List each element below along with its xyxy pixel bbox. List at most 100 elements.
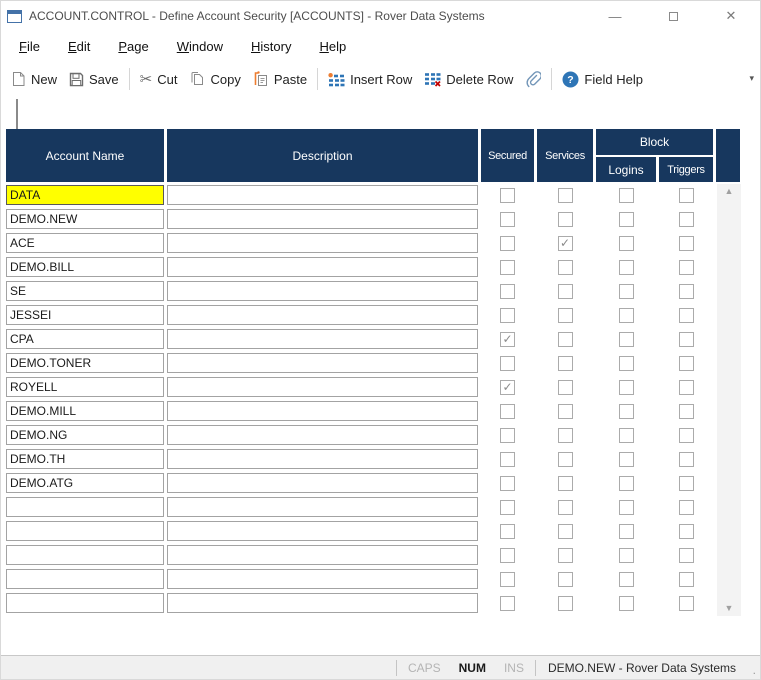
block-logins-checkbox[interactable]: [619, 308, 634, 323]
block-logins-checkbox[interactable]: [619, 212, 634, 227]
services-checkbox[interactable]: [558, 428, 573, 443]
block-logins-checkbox[interactable]: [619, 548, 634, 563]
description-cell[interactable]: [167, 473, 478, 493]
minimize-button[interactable]: —: [586, 1, 644, 31]
block-triggers-checkbox[interactable]: [679, 212, 694, 227]
services-checkbox[interactable]: [558, 500, 573, 515]
account-name-cell[interactable]: DEMO.MILL: [6, 401, 164, 421]
secured-checkbox[interactable]: [500, 356, 515, 371]
description-cell[interactable]: [167, 233, 478, 253]
menu-file[interactable]: File: [9, 35, 50, 58]
account-name-cell[interactable]: [6, 497, 164, 517]
account-name-cell[interactable]: [6, 593, 164, 613]
secured-checkbox[interactable]: [500, 260, 515, 275]
menu-window[interactable]: Window: [167, 35, 233, 58]
secured-checkbox[interactable]: [500, 452, 515, 467]
menu-edit[interactable]: Edit: [58, 35, 100, 58]
description-cell[interactable]: [167, 209, 478, 229]
secured-checkbox[interactable]: [500, 404, 515, 419]
block-logins-checkbox[interactable]: [619, 188, 634, 203]
scroll-up-icon[interactable]: ▲: [725, 187, 734, 196]
services-checkbox[interactable]: ✓: [558, 236, 573, 251]
services-checkbox[interactable]: [558, 524, 573, 539]
services-checkbox[interactable]: [558, 572, 573, 587]
block-triggers-checkbox[interactable]: [679, 380, 694, 395]
services-checkbox[interactable]: [558, 284, 573, 299]
services-checkbox[interactable]: [558, 356, 573, 371]
block-triggers-checkbox[interactable]: [679, 356, 694, 371]
cut-button[interactable]: ✂ Cut: [134, 68, 184, 91]
block-triggers-checkbox[interactable]: [679, 332, 694, 347]
block-triggers-checkbox[interactable]: [679, 308, 694, 323]
description-cell[interactable]: [167, 569, 478, 589]
services-checkbox[interactable]: [558, 452, 573, 467]
close-button[interactable]: ✕: [702, 1, 760, 31]
description-cell[interactable]: [167, 521, 478, 541]
account-name-cell[interactable]: DEMO.NEW: [6, 209, 164, 229]
secured-checkbox[interactable]: [500, 236, 515, 251]
block-triggers-checkbox[interactable]: [679, 404, 694, 419]
vertical-scrollbar[interactable]: ▲ ▼: [717, 184, 741, 616]
account-name-cell[interactable]: DEMO.TH: [6, 449, 164, 469]
secured-checkbox[interactable]: [500, 284, 515, 299]
secured-checkbox[interactable]: ✓: [500, 380, 515, 395]
block-logins-checkbox[interactable]: [619, 332, 634, 347]
save-button[interactable]: Save: [63, 68, 125, 91]
services-checkbox[interactable]: [558, 404, 573, 419]
account-name-cell[interactable]: DATA: [6, 185, 164, 205]
menu-help[interactable]: Help: [309, 35, 356, 58]
block-logins-checkbox[interactable]: [619, 260, 634, 275]
secured-checkbox[interactable]: [500, 428, 515, 443]
account-name-cell[interactable]: DEMO.BILL: [6, 257, 164, 277]
secured-checkbox[interactable]: [500, 524, 515, 539]
services-checkbox[interactable]: [558, 332, 573, 347]
block-triggers-checkbox[interactable]: [679, 428, 694, 443]
description-cell[interactable]: [167, 281, 478, 301]
block-logins-checkbox[interactable]: [619, 452, 634, 467]
secured-checkbox[interactable]: [500, 500, 515, 515]
block-logins-checkbox[interactable]: [619, 356, 634, 371]
secured-checkbox[interactable]: [500, 476, 515, 491]
copy-button[interactable]: Copy: [183, 67, 246, 91]
account-name-cell[interactable]: ROYELL: [6, 377, 164, 397]
secured-checkbox[interactable]: [500, 308, 515, 323]
block-triggers-checkbox[interactable]: [679, 236, 694, 251]
block-triggers-checkbox[interactable]: [679, 596, 694, 611]
services-checkbox[interactable]: [558, 308, 573, 323]
attach-button[interactable]: [519, 67, 547, 92]
services-checkbox[interactable]: [558, 548, 573, 563]
block-logins-checkbox[interactable]: [619, 500, 634, 515]
description-cell[interactable]: [167, 305, 478, 325]
secured-checkbox[interactable]: ✓: [500, 332, 515, 347]
block-triggers-checkbox[interactable]: [679, 524, 694, 539]
description-cell[interactable]: [167, 593, 478, 613]
secured-checkbox[interactable]: [500, 188, 515, 203]
account-name-cell[interactable]: DEMO.ATG: [6, 473, 164, 493]
block-triggers-checkbox[interactable]: [679, 284, 694, 299]
services-checkbox[interactable]: [558, 596, 573, 611]
description-cell[interactable]: [167, 545, 478, 565]
secured-checkbox[interactable]: [500, 572, 515, 587]
block-logins-checkbox[interactable]: [619, 380, 634, 395]
block-triggers-checkbox[interactable]: [679, 188, 694, 203]
secured-checkbox[interactable]: [500, 212, 515, 227]
account-name-cell[interactable]: JESSEI: [6, 305, 164, 325]
block-logins-checkbox[interactable]: [619, 236, 634, 251]
block-triggers-checkbox[interactable]: [679, 452, 694, 467]
delete-row-button[interactable]: Delete Row: [418, 68, 519, 91]
block-triggers-checkbox[interactable]: [679, 260, 694, 275]
block-logins-checkbox[interactable]: [619, 476, 634, 491]
block-logins-checkbox[interactable]: [619, 596, 634, 611]
account-name-cell[interactable]: ACE: [6, 233, 164, 253]
block-triggers-checkbox[interactable]: [679, 500, 694, 515]
paste-button[interactable]: Paste: [247, 67, 313, 91]
new-button[interactable]: New: [5, 67, 63, 91]
services-checkbox[interactable]: [558, 212, 573, 227]
description-cell[interactable]: [167, 257, 478, 277]
description-cell[interactable]: [167, 449, 478, 469]
account-name-cell[interactable]: SE: [6, 281, 164, 301]
account-name-cell[interactable]: [6, 545, 164, 565]
services-checkbox[interactable]: [558, 380, 573, 395]
block-logins-checkbox[interactable]: [619, 524, 634, 539]
description-cell[interactable]: [167, 353, 478, 373]
